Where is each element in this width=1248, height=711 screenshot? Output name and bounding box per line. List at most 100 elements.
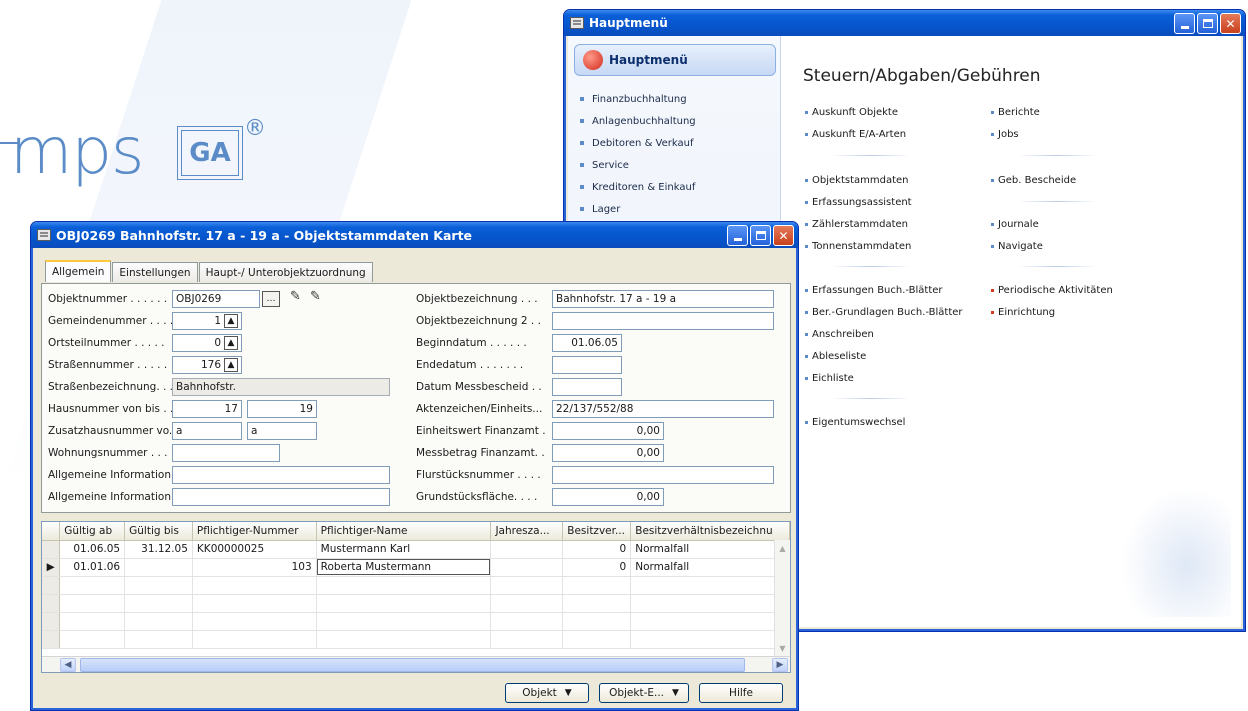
- tab-allgemein[interactable]: Allgemein: [45, 260, 112, 282]
- row-selector[interactable]: [42, 576, 61, 595]
- allgemeine-information-field[interactable]: [172, 466, 390, 484]
- cell-besitzver[interactable]: 0: [562, 558, 632, 577]
- objekt-button[interactable]: Objekt ▼: [505, 683, 589, 703]
- cell-gueltig-ab[interactable]: 01.06.05: [59, 540, 126, 559]
- table-row-empty[interactable]: [42, 576, 790, 595]
- column-header-besitzver[interactable]: Besitzver...: [562, 522, 632, 541]
- link-auskunft-ea-arten[interactable]: Auskunft E/A-Arten: [805, 129, 906, 140]
- grundstuecksflaeche-field[interactable]: 0,00: [552, 488, 664, 506]
- cell-pflichtiger-name[interactable]: Mustermann Karl: [316, 540, 492, 559]
- column-header-jahresza[interactable]: Jahresza...: [490, 522, 564, 541]
- messbetrag-field[interactable]: 0,00: [552, 444, 664, 462]
- beginndatum-field[interactable]: 01.06.05: [552, 334, 622, 352]
- link-journale[interactable]: Journale: [991, 219, 1039, 230]
- link-ber-grundlagen[interactable]: Ber.-Grundlagen Buch.-Blätter: [805, 307, 963, 318]
- row-selector[interactable]: [42, 612, 61, 631]
- column-header-gueltig-ab[interactable]: Gültig ab: [59, 522, 126, 541]
- maximize-button[interactable]: [1197, 13, 1218, 34]
- allgemeine-information-2-field[interactable]: [172, 488, 390, 506]
- close-button[interactable]: ✕: [1220, 13, 1241, 34]
- table-row[interactable]: ▶ 01.01.06 103 Roberta Mustermann 0 Norm…: [42, 558, 790, 577]
- row-selector[interactable]: [42, 594, 61, 613]
- link-erfassungsassistent[interactable]: Erfassungsassistent: [805, 197, 912, 208]
- row-selector[interactable]: [42, 630, 61, 649]
- objektkarte-title-bar[interactable]: OBJ0269 Bahnhofstr. 17 a - 19 a - Objekt…: [31, 222, 798, 248]
- einheitswert-field[interactable]: 0,00: [552, 422, 664, 440]
- lookup-arrow-icon[interactable]: ▲: [224, 336, 238, 350]
- vertical-scrollbar[interactable]: ▲ ▼: [774, 540, 790, 656]
- link-auskunft-objekte[interactable]: Auskunft Objekte: [805, 107, 898, 118]
- scroll-down-icon[interactable]: ▼: [775, 640, 790, 656]
- objektnummer-field[interactable]: OBJ0269: [172, 290, 260, 308]
- nav-item-service[interactable]: Service: [580, 154, 696, 176]
- column-header-pflichtiger-name[interactable]: Pflichtiger-Name: [316, 522, 492, 541]
- gemeindenummer-field[interactable]: 1 ▲: [172, 312, 242, 330]
- wohnungsnummer-field[interactable]: [172, 444, 280, 462]
- link-objektstammdaten[interactable]: Objektstammdaten: [805, 175, 909, 186]
- link-jobs[interactable]: Jobs: [991, 129, 1019, 140]
- cell-besitzverhaeltnis[interactable]: Normalfall: [630, 558, 790, 577]
- ortsteilnummer-field[interactable]: 0 ▲: [172, 334, 242, 352]
- cell-jahresza[interactable]: [490, 558, 564, 577]
- link-periodische-aktivitaeten[interactable]: Periodische Aktivitäten: [991, 285, 1113, 296]
- table-row-empty[interactable]: [42, 612, 790, 631]
- maximize-button[interactable]: [750, 225, 771, 246]
- column-header-gueltig-bis[interactable]: Gültig bis: [124, 522, 193, 541]
- link-eigentumswechsel[interactable]: Eigentumswechsel: [805, 417, 905, 428]
- endedatum-field[interactable]: [552, 356, 622, 374]
- objektbezeichnung-2-field[interactable]: [552, 312, 774, 330]
- nav-header[interactable]: Hauptmenü: [574, 44, 776, 76]
- link-ableseliste[interactable]: Ableseliste: [805, 351, 866, 362]
- cell-gueltig-bis[interactable]: [124, 558, 193, 577]
- objekt-e-button[interactable]: Objekt-E... ▼: [599, 683, 689, 703]
- link-berichte[interactable]: Berichte: [991, 107, 1040, 118]
- row-selector[interactable]: [42, 540, 61, 559]
- nav-item-lager[interactable]: Lager: [580, 198, 696, 220]
- hauptmenu-title-bar[interactable]: Hauptmenü ✕: [564, 10, 1245, 36]
- table-row-empty[interactable]: [42, 630, 790, 649]
- hilfe-button[interactable]: Hilfe: [699, 683, 783, 703]
- strassennummer-field[interactable]: 176 ▲: [172, 356, 242, 374]
- link-tonnenstammdaten[interactable]: Tonnenstammdaten: [805, 241, 911, 252]
- datum-messbescheid-field[interactable]: [552, 378, 622, 396]
- nav-item-kreditoren[interactable]: Kreditoren & Einkauf: [580, 176, 696, 198]
- table-row-empty[interactable]: [42, 594, 790, 613]
- row-selector[interactable]: ▶: [42, 558, 61, 577]
- link-navigate[interactable]: Navigate: [991, 241, 1043, 252]
- minimize-button[interactable]: [1174, 13, 1195, 34]
- aktenzeichen-field[interactable]: 22/137/552/88: [552, 400, 774, 418]
- nav-item-anlagenbuchhaltung[interactable]: Anlagenbuchhaltung: [580, 110, 696, 132]
- link-zaehlerstammdaten[interactable]: Zählerstammdaten: [805, 219, 908, 230]
- cell-gueltig-ab[interactable]: 01.01.06: [59, 558, 126, 577]
- cell-besitzverhaeltnis[interactable]: Normalfall: [630, 540, 790, 559]
- link-eichliste[interactable]: Eichliste: [805, 373, 854, 384]
- edit-pencil-icon-2[interactable]: ✎: [310, 289, 321, 304]
- column-header-pflichtiger-nummer[interactable]: Pflichtiger-Nummer: [192, 522, 317, 541]
- hausnummer-bis-field[interactable]: 19: [247, 400, 317, 418]
- zusatzhausnummer-bis-field[interactable]: a: [247, 422, 317, 440]
- cell-jahresza[interactable]: [490, 540, 564, 559]
- link-geb-bescheide[interactable]: Geb. Bescheide: [991, 175, 1076, 186]
- tab-haupt-unterobjekt[interactable]: Haupt-/ Unterobjektzuordnung: [198, 262, 373, 282]
- hausnummer-von-field[interactable]: 17: [172, 400, 242, 418]
- lookup-button[interactable]: …: [262, 291, 280, 307]
- objektbezeichnung-field[interactable]: Bahnhofstr. 17 a - 19 a: [552, 290, 774, 308]
- edit-pencil-icon[interactable]: ✎: [290, 289, 301, 304]
- nav-item-debitoren[interactable]: Debitoren & Verkauf: [580, 132, 696, 154]
- cell-besitzver[interactable]: 0: [562, 540, 632, 559]
- cell-pflichtiger-name[interactable]: Roberta Mustermann: [316, 558, 492, 577]
- scroll-thumb[interactable]: [80, 658, 745, 672]
- close-button[interactable]: ✕: [773, 225, 794, 246]
- cell-gueltig-bis[interactable]: 31.12.05: [124, 540, 193, 559]
- zusatzhausnummer-von-field[interactable]: a: [172, 422, 242, 440]
- link-erfassungen-buchblaetter[interactable]: Erfassungen Buch.-Blätter: [805, 285, 943, 296]
- horizontal-scrollbar[interactable]: ◀ ▶: [42, 656, 790, 672]
- flurstuecksnummer-field[interactable]: [552, 466, 774, 484]
- lookup-arrow-icon[interactable]: ▲: [224, 358, 238, 372]
- column-header-besitzverhaeltnis[interactable]: Besitzverhältnisbezeichnu: [630, 522, 790, 541]
- cell-pflichtiger-nummer[interactable]: KK00000025: [192, 540, 317, 559]
- lookup-arrow-icon[interactable]: ▲: [224, 314, 238, 328]
- tab-einstellungen[interactable]: Einstellungen: [112, 262, 198, 282]
- nav-item-finanzbuchhaltung[interactable]: Finanzbuchhaltung: [580, 88, 696, 110]
- scroll-right-icon[interactable]: ▶: [772, 658, 788, 672]
